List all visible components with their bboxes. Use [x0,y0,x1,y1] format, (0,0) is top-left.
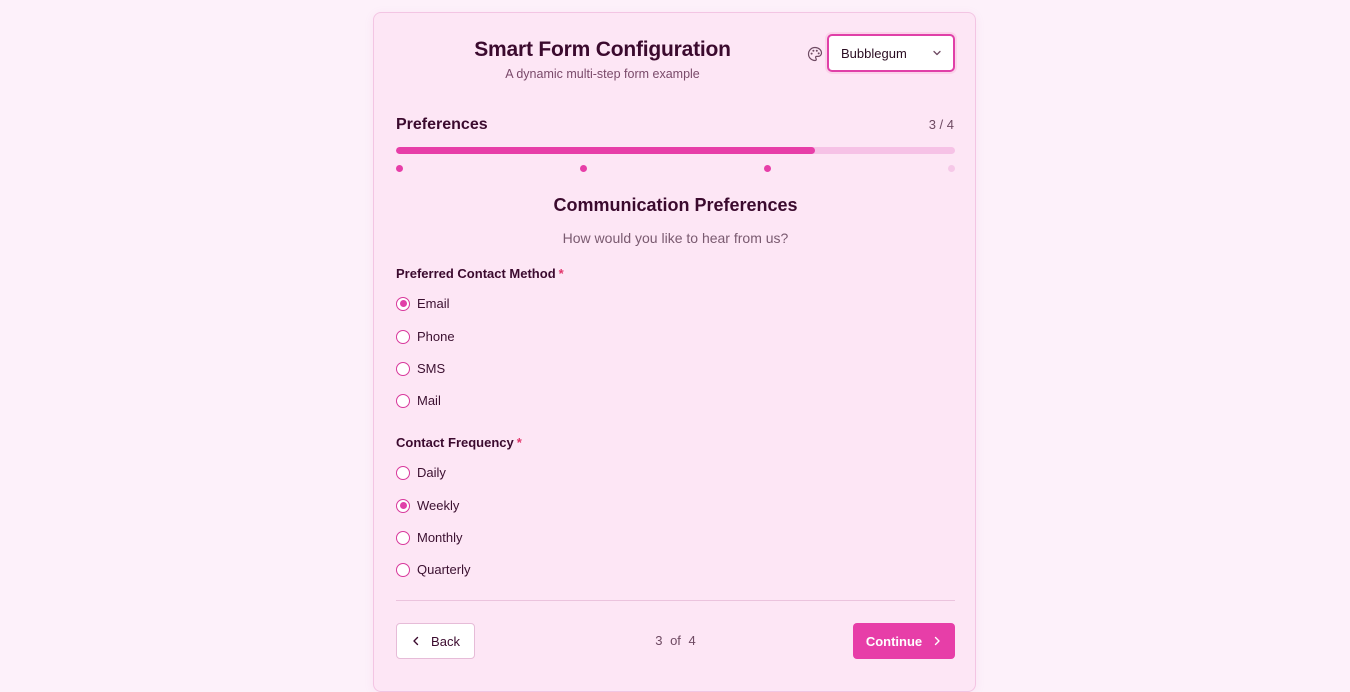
radio-label: Email [417,296,450,311]
radio-button[interactable] [396,498,410,513]
radio-option-monthly[interactable]: Monthly [396,530,463,545]
form-card: Smart Form Configuration A dynamic multi… [373,12,976,692]
radio-label: Monthly [417,530,463,545]
required-mark: * [558,266,564,281]
radio-button[interactable] [396,393,410,408]
step-dot-2 [580,165,587,172]
step-dot-1 [396,165,403,172]
radio-option-phone[interactable]: Phone [396,329,455,344]
radio-label: Quarterly [417,562,471,577]
radio-label: Daily [417,465,446,480]
radio-button[interactable] [396,296,410,311]
radio-label: Weekly [417,498,460,513]
required-mark: * [516,435,522,450]
page-subtitle: A dynamic multi-step form example [505,67,700,81]
radio-option-mail[interactable]: Mail [396,393,441,408]
theme-select[interactable]: Bubblegum [827,34,955,72]
step-counter: 3 / 4 [928,117,954,132]
step-dot-4 [948,165,955,172]
progress-bar [396,147,955,154]
radio-label: SMS [417,361,446,376]
step-dot-3 [764,165,771,172]
contact-method-label: Preferred Contact Method * [396,266,564,281]
radio-label: Phone [417,329,455,344]
progress-bar-fill [396,147,816,154]
radio-button[interactable] [396,361,410,376]
footer-divider [396,600,955,601]
contact-frequency-label: Contact Frequency * [396,435,522,450]
radio-button[interactable] [396,329,410,344]
palette-icon [807,46,823,62]
page-title: Smart Form Configuration [474,38,731,61]
section-title: Communication Preferences [553,195,798,215]
radio-label: Mail [417,393,441,408]
chevron-down-icon [933,50,941,56]
section-subtitle: How would you like to hear from us? [562,230,789,246]
theme-select-value: Bubblegum [841,45,907,61]
continue-button-label: Continue [865,633,923,649]
step-title: Preferences [396,116,488,133]
contact-frequency-label-text: Contact Frequency [396,435,514,450]
radio-option-email[interactable]: Email [396,296,450,311]
radio-option-daily[interactable]: Daily [396,465,446,480]
chevron-right-icon [934,636,940,646]
radio-button[interactable] [396,562,410,577]
radio-option-sms[interactable]: SMS [396,361,445,376]
radio-button[interactable] [396,530,410,545]
radio-option-weekly[interactable]: Weekly [396,498,459,513]
continue-button[interactable]: Continue [853,623,955,659]
radio-option-quarterly[interactable]: Quarterly [396,562,470,577]
radio-button[interactable] [396,465,410,480]
contact-method-label-text: Preferred Contact Method [396,266,556,281]
